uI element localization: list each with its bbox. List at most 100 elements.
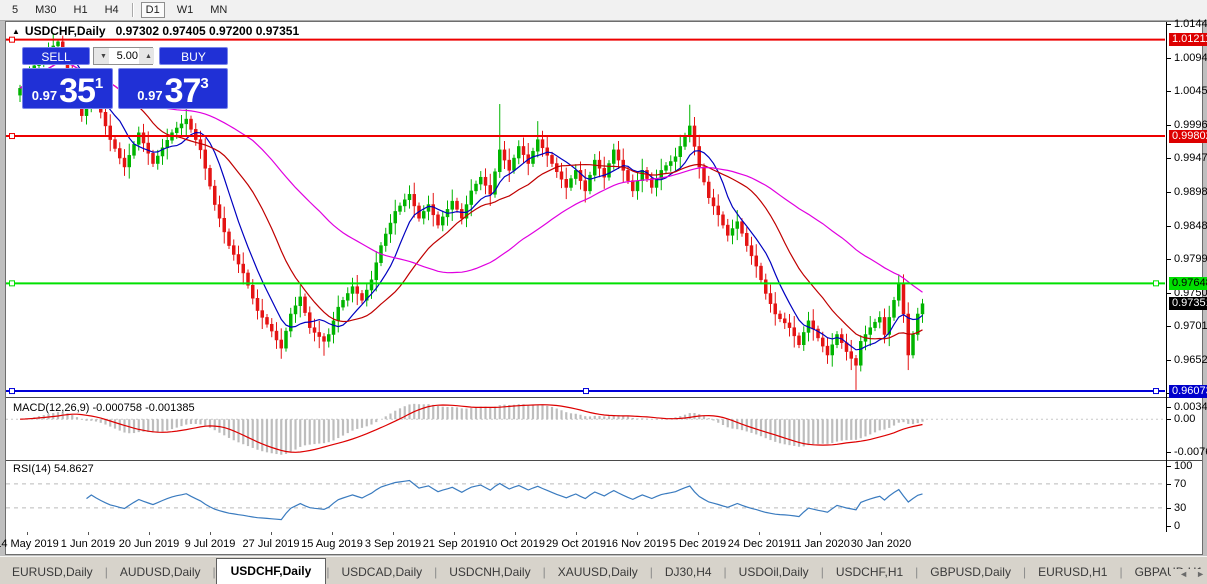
pane-resize-separator-main-macd[interactable] [6,397,1202,398]
candle-body [798,336,801,345]
tab-scroll-right-icon[interactable]: ► [1196,569,1205,579]
sell-price-button[interactable]: 0.97 35 1 [22,68,113,109]
timeframe-button-h1[interactable]: H1 [69,2,93,18]
candle-body [128,155,131,167]
candle-body [427,205,430,212]
candle-body [489,185,492,194]
candle-body [627,170,630,180]
tab-gbpusd-daily[interactable]: GBPUSD,Daily [918,561,1023,584]
timeframe-button-mn[interactable]: MN [205,2,232,18]
chart-title-row: ▲ USDCHF,Daily 0.97302 0.97405 0.97200 0… [12,24,299,38]
buy-button[interactable]: BUY [159,47,228,65]
rsi-tick-dash [1167,508,1171,509]
candle-body [289,314,292,331]
tab-usdcad-daily[interactable]: USDCAD,Daily [329,561,434,584]
candle-body [641,170,644,180]
tab-dj30-h4[interactable]: DJ30,H4 [653,561,724,584]
time-axis[interactable]: 14 May 20191 Jun 201920 Jun 20199 Jul 20… [6,532,1202,554]
candle-body [332,321,335,335]
price-badge: 1.01211 [1169,33,1207,46]
candle-body [413,194,416,206]
price-tick-dash [1167,58,1171,59]
tab-eurusd-daily[interactable]: EURUSD,Daily [0,561,105,584]
sell-button[interactable]: SELL [22,47,90,65]
time-tick [27,532,28,535]
tab-usdcnh-daily[interactable]: USDCNH,Daily [437,561,542,584]
buy-price-button[interactable]: 0.97 37 3 [118,68,228,109]
macd-tick-dash [1167,419,1171,420]
price-axis[interactable]: 1.014401.009401.004500.999600.994700.989… [1167,22,1202,532]
candle-body [57,42,60,46]
workspace: { "toolbar": { "timeframes": ["5", "M30"… [0,0,1207,583]
time-tick [393,532,394,535]
price-tick-dash [1167,91,1171,92]
price-badge: 0.99802 [1169,130,1207,143]
candle-body [912,334,915,355]
candle-body [631,181,634,191]
timeframe-button-w1[interactable]: W1 [172,2,199,18]
time-tick [271,532,272,535]
tab-xauusd-daily[interactable]: XAUUSD,Daily [546,561,650,584]
candle-body [717,206,720,215]
macd-tick-dash [1167,407,1171,408]
volume-increase-icon[interactable]: ▲ [139,48,154,64]
macd-axis-bottom: -0.00761 [1174,446,1207,458]
candle-body [327,334,330,341]
timeframe-button-m30[interactable]: M30 [30,2,61,18]
candle-body [850,352,853,359]
one-click-trade-panel: SELL ▼ ▲ BUY 0.97 35 1 0.97 37 3 [22,47,228,130]
level-line-handle [10,281,15,286]
candle-body [560,172,563,180]
macd-axis-top: 0.003428 [1174,401,1207,413]
timeframe-button-d1[interactable]: D1 [141,2,165,18]
candle-body [570,179,573,188]
candle-body [893,300,896,317]
candle-body [508,160,511,170]
volume-input[interactable] [109,48,139,64]
rsi-pane[interactable]: RSI(14) 54.8627 [6,461,1202,532]
candle-body [636,181,639,191]
price-tick-dash [1167,259,1171,260]
candle-body [256,298,259,310]
tab-usdchf-h1[interactable]: USDCHF,H1 [824,561,915,584]
candle-body [194,129,197,139]
candle-body [114,140,117,149]
candle-body [836,334,839,344]
candle-body [384,234,387,246]
tab-usdchf-daily[interactable]: USDCHF,Daily [216,558,327,584]
rsi-svg[interactable] [6,461,1165,532]
candle-body [593,160,596,175]
price-tick-label: 0.96520 [1174,354,1207,366]
candle-body [684,136,687,146]
candle-body [351,287,354,294]
one-click-collapse-icon[interactable]: ▲ [12,27,20,36]
time-tick-label: 16 Nov 2019 [606,538,668,550]
candle-body [812,321,815,329]
timeframe-button-5[interactable]: 5 [7,2,23,18]
time-tick [149,532,150,535]
price-tick-dash [1167,326,1171,327]
candle-body [342,300,345,307]
candle-body [242,264,245,273]
candle-body [199,140,202,150]
time-tick-label: 1 Jun 2019 [61,538,115,550]
rsi-axis-label: 0 [1174,520,1180,532]
candle-body [731,228,734,235]
candle-body [821,338,824,346]
candle-body [536,140,539,152]
macd-pane[interactable]: MACD(12,26,9) -0.000758 -0.001385 [6,400,1202,459]
timeframe-bar: 5 M30 H1 H4 D1 W1 MN [0,0,1207,21]
candle-body [774,304,777,314]
candle-body [223,218,226,232]
candle-body [209,168,212,186]
timeframe-button-h4[interactable]: H4 [100,2,124,18]
time-tick-label: 30 Jan 2020 [851,538,912,550]
volume-decrease-icon[interactable]: ▼ [94,48,109,64]
price-tick-label: 1.01440 [1174,18,1207,30]
tab-usdoil-daily[interactable]: USDOil,Daily [727,561,821,584]
candle-body [313,328,316,333]
candle-body [137,133,140,145]
tab-audusd-daily[interactable]: AUDUSD,Daily [108,561,213,584]
tab-eurusd-h1[interactable]: EURUSD,H1 [1026,561,1119,584]
tab-scroll-left-icon[interactable]: ◄ [1179,569,1188,579]
